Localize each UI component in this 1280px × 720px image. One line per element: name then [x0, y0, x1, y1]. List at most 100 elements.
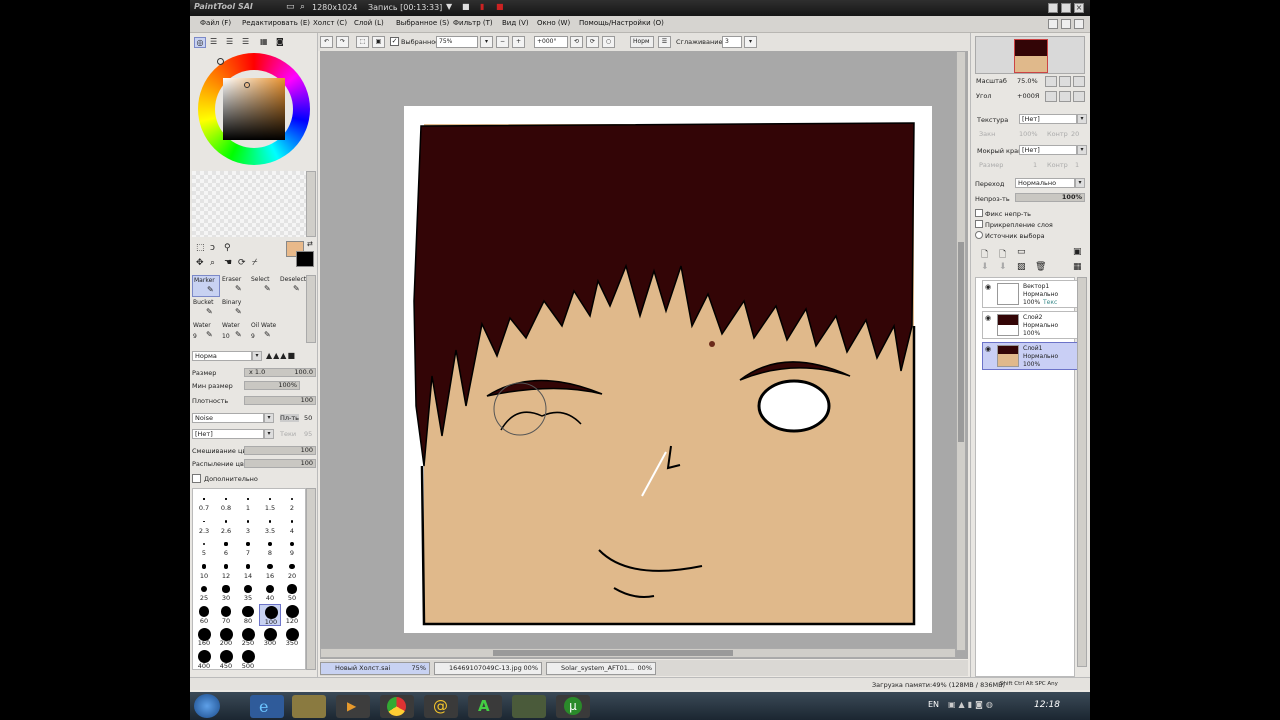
- stop-icon[interactable]: ■: [496, 2, 504, 11]
- tool-slot[interactable]: Oil Wate 9 ✎: [250, 321, 278, 343]
- saturation-value-square[interactable]: [223, 78, 285, 140]
- nav-angle-value[interactable]: +000Я: [1017, 92, 1039, 100]
- layer-mask-icon[interactable]: ▣: [1073, 247, 1082, 257]
- brush-size-cell[interactable]: 450: [215, 649, 237, 671]
- rotate-right-icon[interactable]: ⟳: [586, 36, 599, 48]
- tool-grid-scrollbar[interactable]: [306, 275, 316, 343]
- doc-tab-0[interactable]: Новый Холст.sai 75%: [320, 662, 430, 675]
- minimize-button[interactable]: [1048, 3, 1058, 13]
- canvas-vscroll[interactable]: [956, 51, 966, 651]
- blend-dropdown-icon[interactable]: ▾: [1075, 178, 1085, 188]
- tool-slot[interactable]: Deselect ✎: [279, 275, 307, 297]
- opacity-slider[interactable]: 100%: [1015, 193, 1085, 202]
- brush-size-cell[interactable]: 2.6: [215, 514, 237, 536]
- canvas-viewport[interactable]: [320, 51, 968, 659]
- shape-strength-value[interactable]: 95: [304, 430, 312, 438]
- brush-size-cell[interactable]: 40: [259, 581, 281, 603]
- clear-layer-icon[interactable]: ▨: [1017, 262, 1026, 272]
- undo-icon[interactable]: ↶: [320, 36, 333, 48]
- texture-scale-value[interactable]: 100%: [1019, 130, 1038, 138]
- menu-window[interactable]: Окно (W): [537, 19, 570, 27]
- brush-size-cell[interactable]: 3.5: [259, 514, 281, 536]
- brush-mode-dropdown-icon[interactable]: ▾: [252, 351, 262, 361]
- smoothing-field[interactable]: 3: [722, 36, 742, 48]
- brush-size-cell[interactable]: 3: [237, 514, 259, 536]
- tool-slot[interactable]: [279, 298, 307, 320]
- tool-slot[interactable]: Eraser ✎: [221, 275, 249, 297]
- doc-tab-2[interactable]: Solar_system_AFT01... 00%: [546, 662, 656, 675]
- selection-source-checkbox[interactable]: [975, 231, 983, 239]
- scratchpad[interactable]: [192, 171, 306, 237]
- menu-filter[interactable]: Фильтр (T): [453, 19, 493, 27]
- nav-zoom-value[interactable]: 75.0%: [1017, 77, 1038, 85]
- clipping-checkbox[interactable]: [975, 220, 983, 228]
- brush-size-cell[interactable]: 350: [281, 626, 303, 648]
- tray-icons[interactable]: ▣▲▮◙◍: [948, 700, 996, 709]
- deselect-icon[interactable]: ⬚: [356, 36, 369, 48]
- nav-rotate-right-icon[interactable]: [1059, 91, 1071, 102]
- stabilizer-icon[interactable]: ☰: [658, 36, 671, 48]
- dropdown-icon[interactable]: ▼: [446, 2, 452, 11]
- wet-edge-select[interactable]: [Нет]: [1019, 145, 1077, 155]
- brush-size-cell[interactable]: 0.8: [215, 491, 237, 513]
- color-wheel[interactable]: [198, 53, 310, 165]
- menu-file[interactable]: Файл (F): [200, 19, 231, 27]
- rgb-slider-tab-icon[interactable]: ☰: [210, 37, 217, 46]
- nav-rotate-reset-icon[interactable]: [1073, 91, 1085, 102]
- chrome-icon[interactable]: [380, 695, 414, 718]
- language-indicator[interactable]: EN: [928, 700, 939, 709]
- brush-size-cell[interactable]: 20: [281, 559, 303, 581]
- texture-select[interactable]: [Нет]: [1019, 114, 1077, 124]
- brush-size-cell[interactable]: 200: [215, 626, 237, 648]
- smoothing-dropdown-icon[interactable]: ▾: [744, 36, 757, 48]
- layer-item[interactable]: ◉ Слой2 Нормально 100%: [982, 311, 1080, 339]
- zoom-dropdown-icon[interactable]: ▾: [480, 36, 493, 48]
- secondary-color-swatch[interactable]: [296, 251, 314, 267]
- rotate-left-icon[interactable]: ⟲: [570, 36, 583, 48]
- swatch-tab-icon[interactable]: ▦: [260, 37, 268, 46]
- camera-icon[interactable]: ■: [462, 2, 470, 11]
- brush-edge-icons[interactable]: ▲▲▲■: [266, 351, 296, 360]
- size-slider[interactable]: x 1.0 100.0: [244, 368, 316, 377]
- menu-edit[interactable]: Редактировать (E): [242, 19, 310, 27]
- close-button[interactable]: ×: [1074, 3, 1084, 13]
- swap-colors-icon[interactable]: ⇄: [307, 240, 313, 248]
- density-slider[interactable]: 100: [244, 396, 316, 405]
- move-icon[interactable]: ✥: [196, 258, 204, 268]
- rotate-reset-icon[interactable]: ○: [602, 36, 615, 48]
- new-folder-icon[interactable]: ▭: [1017, 247, 1026, 257]
- brush-size-cell[interactable]: 16: [259, 559, 281, 581]
- brush-shape-select[interactable]: [Нет]: [192, 429, 264, 439]
- maximize-button[interactable]: [1061, 3, 1071, 13]
- at-icon[interactable]: @: [424, 695, 458, 718]
- mixing-slider[interactable]: 100: [244, 446, 316, 455]
- pause-icon[interactable]: ▮: [480, 2, 484, 11]
- brush-size-cell[interactable]: 35: [237, 581, 259, 603]
- scratchpad-tab-icon[interactable]: ◙: [276, 37, 284, 46]
- brush-size-cell[interactable]: 100: [259, 603, 281, 626]
- layer-settings-icon[interactable]: ▦: [1073, 262, 1082, 272]
- ie-icon[interactable]: e: [250, 695, 284, 718]
- brush-size-cell[interactable]: 500: [237, 649, 259, 671]
- brush-size-cell[interactable]: 8: [259, 536, 281, 558]
- brush-size-cell[interactable]: 9: [281, 536, 303, 558]
- tool-slot[interactable]: Marker ✎: [192, 275, 220, 297]
- zoom-in-icon[interactable]: +: [512, 36, 525, 48]
- eye-icon[interactable]: ◉: [985, 345, 991, 353]
- advanced-checkbox[interactable]: [192, 474, 201, 483]
- brush-size-cell[interactable]: 1.5: [259, 491, 281, 513]
- tool-slot[interactable]: Select ✎: [250, 275, 278, 297]
- blend-select[interactable]: Нормально: [1015, 178, 1075, 188]
- start-button[interactable]: [194, 694, 220, 718]
- layer-list-scrollbar[interactable]: [1077, 277, 1087, 667]
- brush-size-cell[interactable]: 300: [259, 626, 281, 648]
- zoom-out-icon[interactable]: −: [496, 36, 509, 48]
- menu-help[interactable]: Помощь/Настройки (O): [579, 19, 664, 27]
- app-a-icon[interactable]: A: [468, 695, 502, 718]
- canvas-vscroll-thumb[interactable]: [958, 242, 964, 442]
- lasso-icon[interactable]: ↄ: [210, 243, 215, 253]
- selection-checkbox[interactable]: ✓: [390, 37, 399, 46]
- magic-wand-icon[interactable]: ⚲: [224, 243, 231, 253]
- tool-slot[interactable]: [250, 298, 278, 320]
- brush-size-cell[interactable]: 25: [193, 581, 215, 603]
